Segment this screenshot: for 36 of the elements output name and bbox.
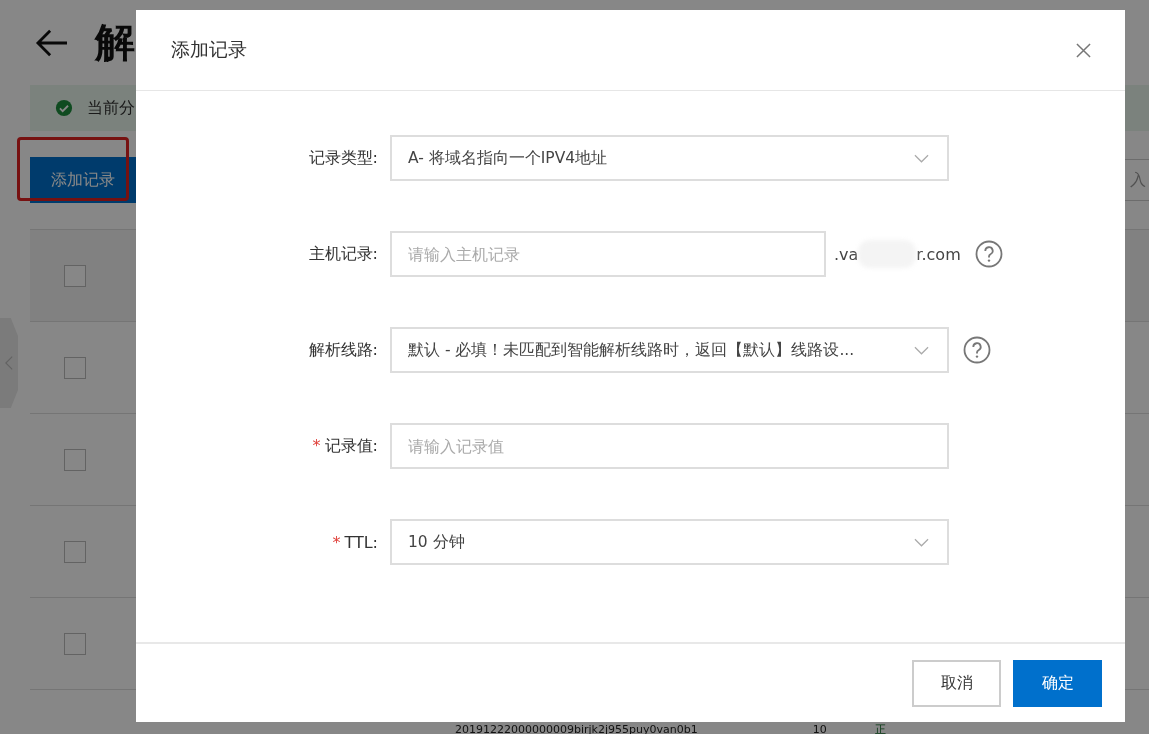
check-circle-icon (55, 99, 73, 117)
chevron-down-icon (914, 153, 929, 163)
dropdown-field[interactable]: A- 将域名指向一个IPV4地址 (390, 135, 949, 181)
domain-suffix-text: .va (834, 244, 859, 264)
page-title: 解 (95, 18, 135, 67)
close-icon[interactable] (1076, 42, 1091, 58)
input-field[interactable]: 请输入主机记录 (390, 231, 826, 277)
required-marker: * (332, 532, 341, 552)
dropdown-field[interactable]: 10 分钟 (390, 519, 949, 565)
dialog-title: 添加记录 (171, 37, 247, 62)
help-icon[interactable] (963, 336, 991, 364)
field-label: 主机记录: (308, 243, 378, 265)
row-checkbox[interactable] (64, 356, 86, 379)
field-label: TTL: (344, 532, 378, 552)
dialog-button[interactable]: 取消 (912, 659, 1001, 707)
field-label: 记录值: (324, 435, 378, 457)
row-checkbox[interactable] (64, 632, 86, 655)
field-label: 解析线路: (308, 339, 378, 361)
collapse-tab[interactable] (0, 318, 18, 408)
chevron-down-icon (914, 537, 929, 547)
help-icon[interactable] (974, 240, 1003, 268)
row-checkbox[interactable] (64, 448, 86, 471)
row-checkbox[interactable] (64, 540, 86, 563)
table-cell: 正 (874, 724, 886, 734)
chevron-left-icon (5, 355, 13, 371)
required-marker: * (312, 435, 321, 457)
row-checkbox[interactable] (64, 264, 86, 287)
dialog-button[interactable]: 确定 (1013, 659, 1102, 707)
dropdown-field[interactable]: 默认 - 必填！未匹配到智能解析线路时，返回【默认】线路设... (390, 327, 949, 373)
back-arrow-icon[interactable] (35, 27, 69, 58)
alert-text: 当前分 (87, 97, 135, 119)
domain-suffix-text: r.com (916, 244, 961, 264)
table-cell: 10 (812, 724, 827, 734)
chevron-down-icon (914, 345, 929, 355)
input-field[interactable]: 请输入记录值 (390, 423, 949, 469)
field-label: 记录类型: (308, 147, 378, 169)
